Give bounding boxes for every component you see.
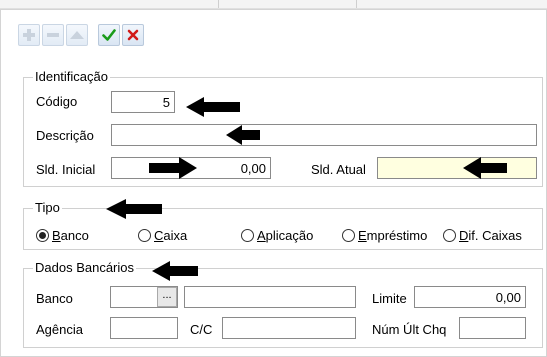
radio-indicator <box>241 229 254 242</box>
radio-caixa-label: aixa <box>163 228 188 243</box>
banco-lookup-button[interactable]: ... <box>157 287 177 307</box>
strip-divider <box>218 0 219 8</box>
radio-indicator <box>138 229 151 242</box>
radio-caixa-hotkey: C <box>154 228 164 243</box>
left-arrow-icon <box>186 97 240 117</box>
radio-aplicacao-label: plicação <box>265 228 314 243</box>
delete-record-button[interactable] <box>42 24 64 46</box>
radio-indicator <box>342 229 355 242</box>
limite-field[interactable] <box>414 286 526 308</box>
plus-icon <box>23 29 35 41</box>
left-arrow-icon <box>152 261 198 281</box>
dados-bancarios-legend: Dados Bancários <box>33 260 136 275</box>
radio-banco[interactable]: Banco <box>36 228 89 243</box>
left-arrow-icon <box>106 199 162 219</box>
left-arrow-icon <box>463 157 507 179</box>
sld-inicial-label: Sld. Inicial <box>36 162 96 177</box>
radio-emprestimo-label: mpréstimo <box>366 228 428 243</box>
radio-caixa[interactable]: Caixa <box>138 228 187 243</box>
radio-aplicacao-hotkey: A <box>257 228 266 243</box>
move-up-button[interactable] <box>66 24 88 46</box>
strip-divider <box>356 0 357 8</box>
up-triangle-icon <box>70 31 84 39</box>
minus-icon <box>47 33 59 37</box>
radio-aplicacao[interactable]: Aplicação <box>241 228 313 243</box>
radio-emprestimo[interactable]: Empréstimo <box>342 228 427 243</box>
left-arrow-icon <box>226 125 260 145</box>
radio-indicator <box>443 229 456 242</box>
radio-dif-caixas[interactable]: Dif. Caixas <box>443 228 522 243</box>
identificacao-legend: Identificação <box>33 69 110 84</box>
cancel-button[interactable] <box>122 24 144 46</box>
right-arrow-icon <box>149 157 197 179</box>
num-ult-chq-label: Núm Últ Chq <box>372 322 447 337</box>
sld-atual-field[interactable] <box>377 157 537 179</box>
close-icon <box>127 29 139 41</box>
banco-name-field[interactable] <box>184 286 356 308</box>
cc-field[interactable] <box>222 317 356 339</box>
descricao-label: Descrição <box>36 128 94 143</box>
radio-dif-caixas-label: if. Caixas <box>468 228 522 243</box>
tipo-legend: Tipo <box>33 200 62 215</box>
banco-label: Banco <box>36 291 73 306</box>
codigo-label: Código <box>36 94 78 109</box>
limite-label: Limite <box>372 291 407 306</box>
radio-indicator <box>36 229 49 242</box>
descricao-field[interactable] <box>111 124 537 146</box>
sld-atual-label: Sld. Atual <box>311 162 366 177</box>
check-icon <box>102 29 116 41</box>
window-top-strip <box>0 0 547 9</box>
cc-label: C/C <box>190 322 213 337</box>
codigo-field[interactable] <box>111 91 175 113</box>
radio-banco-hotkey: B <box>52 228 61 243</box>
num-ult-chq-field[interactable] <box>459 317 526 339</box>
agencia-field[interactable] <box>110 317 178 339</box>
radio-dif-caixas-hotkey: D <box>459 228 469 243</box>
radio-emprestimo-hotkey: E <box>358 228 367 243</box>
confirm-button[interactable] <box>98 24 120 46</box>
add-record-button[interactable] <box>18 24 40 46</box>
radio-banco-label: anco <box>60 228 89 243</box>
agencia-label: Agência <box>36 322 83 337</box>
record-toolbar <box>14 20 194 52</box>
